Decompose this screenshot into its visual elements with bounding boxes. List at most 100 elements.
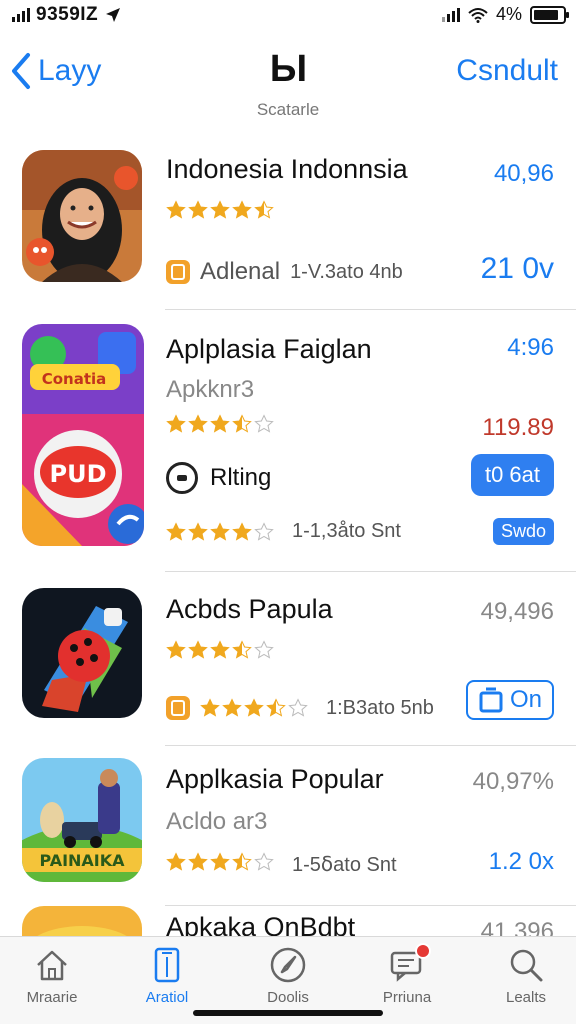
rating-stars	[166, 852, 274, 872]
download-box-icon	[479, 687, 503, 713]
app-icon-game: Conatia PUD	[22, 324, 144, 546]
app-name: Aplplasia Faiglan	[166, 334, 372, 364]
star-icon	[188, 640, 208, 659]
star-icon	[210, 640, 230, 659]
developer-icon	[166, 462, 198, 494]
app-price: 41.396	[480, 918, 554, 936]
app-meta-text: 1-1,3åto Snt	[292, 520, 401, 542]
star-icon	[232, 200, 252, 219]
get-button[interactable]: t0 6at	[470, 454, 554, 496]
list-item[interactable]: PAINAIKA Applkasia Popular Acldo ar3 1-5…	[0, 746, 576, 906]
star-icon	[210, 852, 230, 871]
app-meta: 1:B3ato 5nb	[166, 696, 434, 720]
app-price: 4:96	[507, 334, 554, 361]
star-icon	[254, 852, 274, 871]
star-icon	[188, 522, 208, 541]
star-icon	[254, 522, 274, 541]
rating-stars	[166, 414, 274, 434]
tab-home[interactable]: Mraarie	[2, 945, 102, 1006]
cell-signal-icon	[441, 7, 460, 22]
status-right: 4%	[441, 4, 569, 25]
app-icon-portrait	[22, 150, 142, 282]
nav-action-button[interactable]: Csndult	[456, 54, 558, 88]
app-icon-partial	[22, 906, 142, 936]
app-price: 40,96	[493, 160, 554, 187]
app-meta: 1-1,3åto Snt	[292, 520, 401, 543]
developer-icon	[166, 260, 190, 284]
app-price: 40,97%	[472, 768, 554, 795]
list-item[interactable]: Apkaka OnBdbt 41.396	[0, 906, 576, 936]
notification-badge	[415, 943, 431, 959]
star-icon	[232, 522, 252, 541]
star-icon	[222, 698, 242, 717]
developer-icon	[166, 696, 190, 720]
star-icon	[188, 200, 208, 219]
app-meta-text: 1-5ẟato Snt	[292, 854, 397, 876]
search-icon	[510, 949, 543, 982]
list-item[interactable]: Indonesia Indonnsia Adlenal 1-V.3ato 4nb…	[0, 140, 576, 310]
app-name: Indonesia Indonnsia	[166, 154, 408, 184]
house-icon	[37, 950, 67, 981]
status-time: 9359IZ	[36, 4, 99, 25]
developer-name: Rlting	[210, 464, 272, 491]
open-button[interactable]: On	[465, 680, 554, 720]
secondary-action-button[interactable]: Swdo	[492, 518, 554, 545]
navigation-bar: Layy Ы Scatarle Csndult	[0, 40, 576, 130]
compass-icon	[270, 947, 306, 983]
app-name: Acbds Papula	[166, 594, 333, 624]
app-meta: 1-5ẟato Snt	[292, 852, 397, 877]
tab-label: Lealts	[505, 989, 547, 1006]
open-label: On	[509, 686, 542, 713]
star-icon	[166, 522, 186, 541]
star-icon	[232, 640, 252, 659]
star-icon	[166, 852, 186, 871]
signal-icon	[12, 8, 30, 22]
star-icon	[244, 698, 264, 717]
app-subtitle: Apkknr3	[166, 376, 255, 403]
wifi-icon	[468, 7, 488, 23]
rating-stars-inline	[200, 698, 308, 718]
tab-explore[interactable]: Doolis	[238, 945, 338, 1006]
star-icon	[188, 852, 208, 871]
tab-label: Aratiol	[145, 989, 189, 1006]
svg-text:PUD: PUD	[50, 460, 107, 488]
developer-row: Rlting	[166, 462, 271, 494]
rating-stars	[166, 200, 274, 220]
star-icon	[232, 852, 252, 871]
app-icon-farm: PAINAIKA	[22, 758, 142, 882]
battery-percent: 4%	[495, 4, 522, 24]
app-icon-ball	[22, 588, 142, 718]
get-button[interactable]: 1.2 0x	[489, 848, 554, 876]
star-icon	[200, 698, 220, 717]
app-name: Applkasia Popular	[166, 764, 384, 794]
app-price-secondary: 119.89	[482, 414, 554, 441]
star-icon	[210, 414, 230, 433]
page-subtitle: Scatarle	[256, 100, 320, 119]
app-list: Indonesia Indonnsia Adlenal 1-V.3ato 4nb…	[0, 140, 576, 936]
list-item[interactable]: Acbds Papula 1:B3ato 5nb 49,496 On	[0, 572, 576, 746]
svg-text:PAINAIKA: PAINAIKA	[39, 851, 125, 870]
tab-label: Doolis	[267, 989, 309, 1006]
app-name: Apkaka OnBdbt	[166, 912, 356, 936]
developer-name: Adlenal	[200, 258, 281, 285]
svg-text:Conatia: Conatia	[42, 370, 107, 388]
star-icon	[254, 200, 274, 219]
tab-apps[interactable]: Aratiol	[117, 945, 217, 1006]
app-meta-text: 1-V.3ato 4nb	[290, 260, 403, 283]
app-meta: Adlenal 1-V.3ato 4nb	[166, 258, 403, 286]
star-icon	[188, 414, 208, 433]
tab-search[interactable]: Lealts	[476, 945, 576, 1006]
status-left: 9359IZ	[12, 4, 122, 26]
list-item[interactable]: Conatia PUD Aplplasia Faiglan Apkknr3 Rl…	[0, 310, 576, 572]
star-icon	[232, 414, 252, 433]
star-icon	[210, 522, 230, 541]
star-icon	[166, 200, 186, 219]
star-icon	[210, 200, 230, 219]
get-button[interactable]: 21 0v	[481, 252, 554, 286]
app-subtitle: Acldo ar3	[166, 808, 268, 835]
battery-icon	[530, 5, 569, 24]
app-price: 49,496	[480, 598, 554, 625]
rating-stars-secondary	[166, 522, 274, 542]
star-icon	[266, 698, 286, 717]
tab-messages[interactable]: Prriuna	[357, 943, 457, 1006]
